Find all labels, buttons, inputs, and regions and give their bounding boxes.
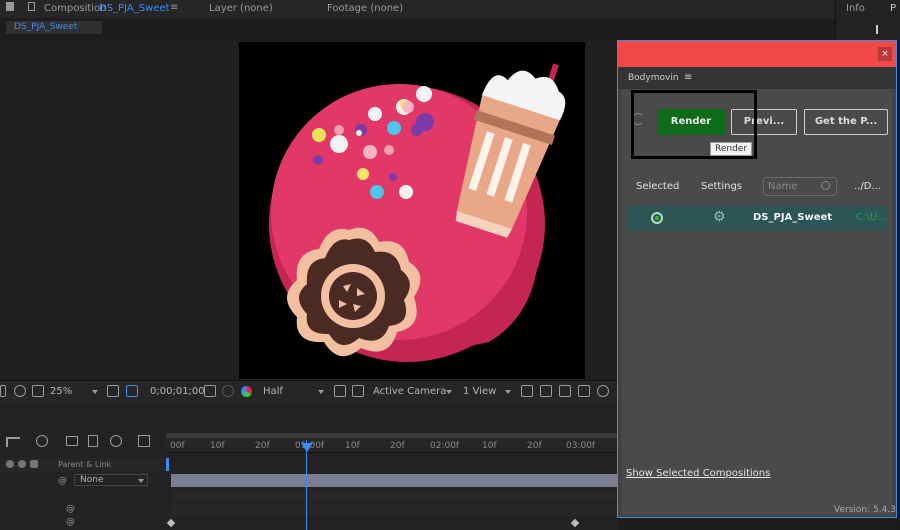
- ruler-tick: 10f: [482, 441, 497, 451]
- sweet-illustration: [269, 63, 566, 362]
- panel-menu-icon[interactable]: ≡: [684, 72, 692, 83]
- timecode[interactable]: 0;00;01;00: [150, 386, 205, 397]
- composition-row[interactable]: ⚙ DS_PJA_Sweet C:\U...: [627, 206, 888, 230]
- region-of-interest-icon[interactable]: [126, 385, 138, 397]
- snapshot-icon[interactable]: [204, 385, 216, 397]
- mask-toggle-icon[interactable]: [32, 385, 44, 397]
- layer-in-marker: [166, 458, 169, 471]
- parent-link-header: Parent & Link: [58, 460, 112, 469]
- pickwhip-icon[interactable]: @: [66, 504, 75, 514]
- panel-menu-icon[interactable]: ≡: [170, 2, 178, 13]
- bodymovin-titlebar: ×: [618, 41, 896, 67]
- ruler-tick: 20f: [390, 441, 405, 451]
- parent-link-icon[interactable]: [6, 437, 20, 447]
- 3d-renderer-icon[interactable]: [578, 385, 590, 397]
- composition-canvas[interactable]: [239, 42, 585, 379]
- get-player-button[interactable]: Get the P...: [804, 109, 888, 135]
- toggle-pixel-icon[interactable]: [521, 385, 533, 397]
- playhead-handle[interactable]: [301, 443, 313, 452]
- color-channel-icon[interactable]: [241, 386, 252, 397]
- pickwhip-icon[interactable]: @: [66, 517, 75, 527]
- bodymovin-tab-bar: Bodymovin ≡: [618, 67, 896, 89]
- skip-back-icon[interactable]: [876, 25, 878, 34]
- padlock-icon[interactable]: [28, 2, 35, 11]
- render-tooltip: Render: [710, 142, 753, 156]
- pickwhip-icon[interactable]: @: [58, 476, 67, 486]
- lock-icon[interactable]: [6, 2, 14, 11]
- layer-tab[interactable]: Layer (none): [209, 3, 273, 14]
- work-area-bar[interactable]: [166, 433, 617, 438]
- solo-icon[interactable]: [18, 460, 26, 468]
- current-time-indicator[interactable]: [306, 440, 307, 530]
- view-dropdown-icon[interactable]: [505, 390, 511, 394]
- info-tab[interactable]: Info: [846, 3, 865, 14]
- frame-blending-icon[interactable]: [88, 435, 98, 447]
- composition-name: DS_PJA_Sweet: [753, 212, 833, 223]
- footage-tab[interactable]: Footage (none): [327, 3, 403, 14]
- transparency-grid-icon[interactable]: [352, 385, 364, 397]
- zoom-select[interactable]: 25%: [50, 386, 72, 397]
- zoom-dropdown-icon[interactable]: [92, 390, 98, 394]
- viewer-toolbar: 25% 0;00;01;00 Half Active Camera 1 View: [0, 380, 617, 402]
- close-button[interactable]: ×: [878, 47, 892, 61]
- motion-blur-icon[interactable]: [110, 435, 122, 447]
- graph-editor-icon[interactable]: [138, 435, 150, 447]
- info-panel: Info P: [835, 0, 900, 40]
- version-label: Version: 5.4.3: [834, 505, 896, 515]
- search-icon[interactable]: [821, 181, 830, 190]
- property-track: [171, 490, 617, 502]
- selected-radio[interactable]: [651, 212, 663, 224]
- settings-column-header: Settings: [701, 181, 743, 192]
- view-layout-select[interactable]: 1 View: [463, 386, 496, 397]
- grid-toggle-icon[interactable]: [14, 385, 26, 397]
- ruler-tick: 02:00f: [430, 441, 460, 451]
- reset-exposure-icon[interactable]: [540, 385, 552, 397]
- resolution-dropdown-icon[interactable]: [318, 390, 324, 394]
- composition-subtab[interactable]: DS_PJA_Sweet: [6, 21, 102, 34]
- show-selected-compositions-link[interactable]: Show Selected Compositions: [626, 468, 770, 479]
- resolution-select[interactable]: Half: [263, 386, 283, 397]
- exposure-icon[interactable]: [597, 385, 609, 397]
- layer-column-header: Parent & Link: [0, 458, 166, 472]
- selected-column-header: Selected: [636, 181, 680, 192]
- always-preview-icon[interactable]: [0, 385, 6, 397]
- camera-dropdown-icon[interactable]: [446, 390, 452, 394]
- destination-column-header: ../D...: [854, 181, 881, 192]
- bodymovin-panel: × Bodymovin ≡ Render Previ... Get the P.…: [617, 40, 897, 518]
- ruler-tick: 03:00f: [566, 441, 596, 451]
- flowchart-icon[interactable]: [559, 385, 571, 397]
- panel-tab-bar: Composition DS_PJA_Sweet ≡ Layer (none) …: [0, 0, 900, 18]
- gear-icon[interactable]: ⚙: [713, 209, 726, 225]
- lock-column-icon[interactable]: [30, 460, 38, 468]
- ruler-tick: 00f: [170, 441, 185, 451]
- bodymovin-tab[interactable]: Bodymovin: [628, 73, 679, 83]
- parent-dropdown-icon[interactable]: [138, 479, 144, 483]
- ruler-tick: 20f: [255, 441, 270, 451]
- composition-tab-name[interactable]: DS_PJA_Sweet: [99, 3, 169, 14]
- av-features-icon[interactable]: [6, 460, 14, 468]
- destination-path[interactable]: C:\U...: [856, 212, 887, 223]
- shy-layers-icon[interactable]: [66, 436, 78, 446]
- info-p-label: P: [890, 3, 897, 14]
- layer-duration-bar[interactable]: [171, 474, 617, 487]
- composition-tab-label[interactable]: Composition: [44, 3, 106, 14]
- fast-preview-icon[interactable]: [334, 385, 346, 397]
- ruler-tick: 10f: [210, 441, 225, 451]
- property-track: [171, 504, 617, 516]
- draft-3d-icon[interactable]: [36, 435, 48, 447]
- show-snapshot-icon[interactable]: [222, 385, 234, 397]
- fit-icon[interactable]: [107, 385, 119, 397]
- ruler-tick: 20f: [527, 441, 542, 451]
- ruler-tick: 10f: [345, 441, 360, 451]
- camera-select[interactable]: Active Camera: [373, 386, 446, 397]
- parent-select[interactable]: None: [74, 474, 148, 486]
